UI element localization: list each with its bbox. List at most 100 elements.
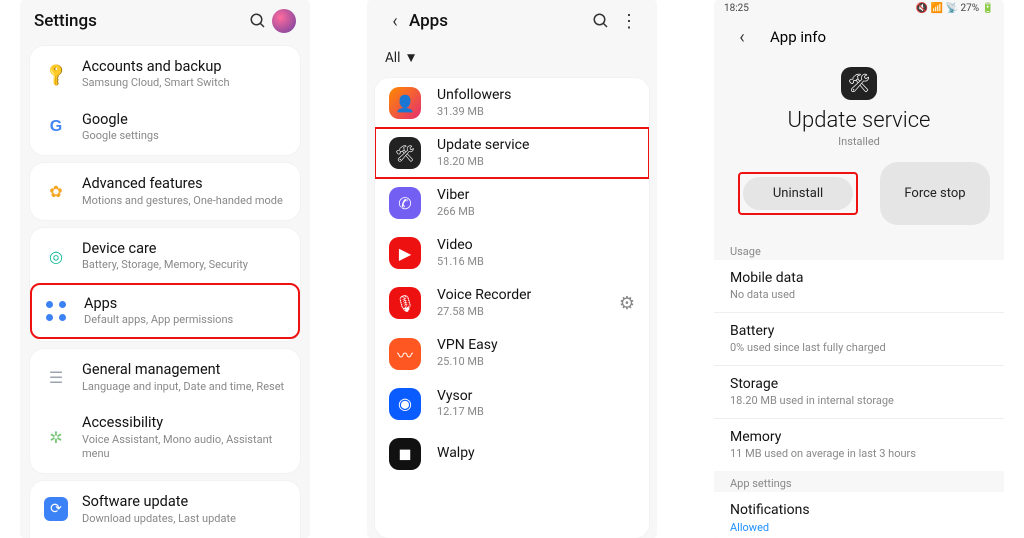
app-icon: 〰 — [389, 338, 421, 370]
filter-dropdown[interactable]: All ▼ — [367, 42, 657, 78]
app-name: VPN Easy — [437, 337, 635, 354]
app-icon: ▶ — [389, 237, 421, 269]
usage-section-label: Usage — [714, 239, 1004, 260]
app-name: Vysor — [437, 388, 635, 405]
settings-screen: Settings 🔑 Accounts and backupSamsung Cl… — [20, 0, 310, 538]
appinfo-title: App info — [770, 28, 826, 46]
app-voice-recorder[interactable]: 🎙 Voice Recorder27.58 MB ⚙ — [375, 278, 649, 328]
force-stop-button[interactable]: Force stop — [880, 162, 990, 225]
row-sub: No data used — [730, 288, 988, 302]
app-icon: ◼ — [389, 438, 421, 470]
app-viber[interactable]: ✆ Viber266 MB — [375, 178, 649, 228]
gear-icon[interactable]: ⚙ — [619, 293, 635, 314]
app-size: 31.39 MB — [437, 105, 635, 119]
app-size: 18.20 MB — [437, 155, 635, 169]
usage-list: Mobile dataNo data used Battery0% used s… — [714, 260, 1004, 471]
app-icon: 👤 — [389, 87, 421, 119]
settings-topbar: Settings — [20, 0, 310, 42]
accounts-backup-item[interactable]: 🔑 Accounts and backupSamsung Cloud, Smar… — [30, 48, 300, 101]
uninstall-highlight: Uninstall — [738, 172, 858, 215]
row-sub: 0% used since last fully charged — [730, 341, 988, 355]
general-management-item[interactable]: ☰ General managementLanguage and input, … — [30, 351, 300, 404]
notifications-allowed: Allowed — [714, 521, 1004, 538]
uninstall-button[interactable]: Uninstall — [743, 177, 853, 210]
row-title: Notifications — [730, 502, 988, 519]
settings-group-2: ✿ Advanced featuresMotions and gestures,… — [30, 163, 300, 220]
settings-group-3: ◎ Device careBattery, Storage, Memory, S… — [30, 228, 300, 341]
item-title: Accessibility — [82, 414, 286, 431]
accessibility-icon: ✲ — [44, 426, 68, 450]
notifications-row[interactable]: Notifications — [714, 492, 1004, 521]
item-title: Apps — [84, 295, 284, 312]
app-name-heading: Update service — [714, 108, 1004, 133]
advanced-features-item[interactable]: ✿ Advanced featuresMotions and gestures,… — [30, 165, 300, 218]
app-icon: ◉ — [389, 388, 421, 420]
app-icon: 🛠 — [389, 137, 421, 169]
apps-item[interactable]: AppsDefault apps, App permissions — [30, 283, 300, 340]
item-title: Device care — [82, 240, 286, 257]
item-title: Advanced features — [82, 175, 286, 192]
storage-row[interactable]: Storage18.20 MB used in internal storage — [714, 365, 1004, 418]
device-care-icon: ◎ — [44, 244, 68, 268]
battery-row[interactable]: Battery0% used since last fully charged — [714, 312, 1004, 365]
chevron-down-icon: ▼ — [404, 50, 417, 66]
item-sub: Battery, Storage, Memory, Security — [82, 258, 286, 272]
filter-label: All — [385, 50, 400, 66]
update-icon: ⟳ — [44, 497, 68, 521]
app-large-icon: 🛠 — [841, 67, 877, 100]
status-time: 18:25 — [724, 3, 749, 14]
app-size: 51.16 MB — [437, 255, 635, 269]
apps-icon — [46, 299, 70, 323]
action-buttons: Uninstall Force stop — [714, 148, 1004, 239]
app-name: Unfollowers — [437, 87, 635, 104]
app-video[interactable]: ▶ Video51.16 MB — [375, 228, 649, 278]
app-info-screen: 18:25 🔇 📶 📡 27% 🔋 ‹ App info 🛠 Update se… — [714, 0, 1004, 538]
settings-title: Settings — [34, 11, 244, 31]
software-update-item[interactable]: ⟳ Software update Download updates, Last … — [30, 483, 300, 536]
back-icon[interactable]: ‹ — [728, 23, 756, 51]
item-sub: Voice Assistant, Mono audio, Assistant m… — [82, 433, 286, 462]
search-icon[interactable] — [587, 7, 615, 35]
more-icon[interactable]: ⋮ — [615, 7, 643, 35]
item-title: Accounts and backup — [82, 58, 286, 75]
app-name: Update service — [437, 137, 635, 154]
google-icon: G — [44, 115, 68, 139]
settings-group-1: 🔑 Accounts and backupSamsung Cloud, Smar… — [30, 46, 300, 155]
item-sub: Motions and gestures, One-handed mode — [82, 194, 286, 208]
settings-group-4: ☰ General managementLanguage and input, … — [30, 349, 300, 473]
app-vysor[interactable]: ◉ Vysor12.17 MB — [375, 379, 649, 429]
memory-row[interactable]: Memory11 MB used on average in last 3 ho… — [714, 418, 1004, 471]
row-title: Battery — [730, 323, 988, 340]
back-icon[interactable]: ‹ — [381, 7, 409, 35]
app-size: 27.58 MB — [437, 305, 603, 319]
item-title: Software update — [82, 493, 286, 510]
app-walpy[interactable]: ◼ Walpy — [375, 429, 649, 479]
google-item[interactable]: G GoogleGoogle settings — [30, 101, 300, 154]
accessibility-item[interactable]: ✲ Accessibility Voice Assistant, Mono aud… — [30, 404, 300, 471]
profile-avatar[interactable] — [272, 9, 296, 33]
apps-title: Apps — [409, 11, 587, 31]
item-sub: Samsung Cloud, Smart Switch — [82, 76, 286, 90]
item-title: Google — [82, 111, 286, 128]
row-title: Memory — [730, 429, 988, 446]
app-name: Video — [437, 237, 635, 254]
status-right: 🔇 📶 📡 27% 🔋 — [916, 3, 994, 14]
apps-list: 👤 Unfollowers31.39 MB 🛠 Update service18… — [375, 78, 649, 538]
item-sub: Download updates, Last update — [82, 512, 286, 526]
general-icon: ☰ — [44, 366, 68, 390]
app-name: Walpy — [437, 445, 635, 462]
appinfo-topbar: ‹ App info — [714, 17, 1004, 55]
app-icon: ✆ — [389, 187, 421, 219]
app-settings-section-label: App settings — [714, 471, 1004, 492]
item-sub: Language and input, Date and time, Reset — [82, 380, 286, 394]
app-update-service[interactable]: 🛠 Update service18.20 MB — [375, 128, 649, 178]
key-icon: 🔑 — [39, 57, 73, 91]
app-icon: 🎙 — [389, 287, 421, 319]
device-care-item[interactable]: ◎ Device careBattery, Storage, Memory, S… — [30, 230, 300, 283]
status-bar: 18:25 🔇 📶 📡 27% 🔋 — [714, 0, 1004, 17]
search-icon[interactable] — [244, 7, 272, 35]
app-unfollowers[interactable]: 👤 Unfollowers31.39 MB — [375, 78, 649, 128]
app-vpn-easy[interactable]: 〰 VPN Easy25.10 MB — [375, 328, 649, 378]
mobile-data-row[interactable]: Mobile dataNo data used — [714, 260, 1004, 312]
app-name: Viber — [437, 187, 635, 204]
